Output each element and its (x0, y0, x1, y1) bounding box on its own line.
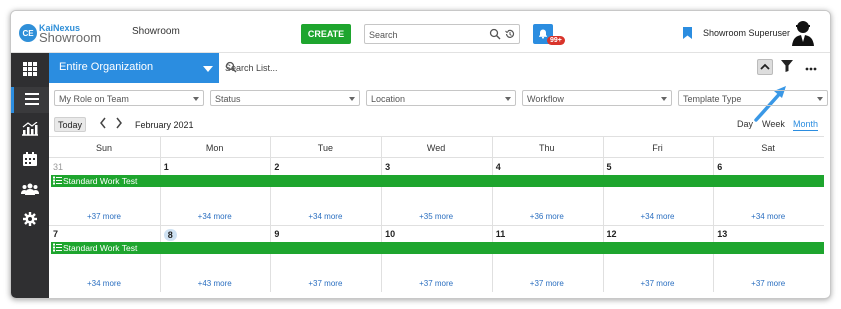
analytics-icon (22, 121, 38, 138)
date-number[interactable]: 4 (496, 162, 501, 172)
site-name: Showroom (132, 26, 180, 37)
more-link[interactable]: +34 more (603, 212, 713, 221)
today-button[interactable]: Today (54, 117, 86, 132)
date-number[interactable]: 7 (53, 229, 58, 239)
logo-bottom-text: Showroom (39, 30, 102, 45)
chevron-down-icon (817, 97, 823, 101)
team-icon (21, 183, 39, 197)
settings-icon (23, 212, 37, 228)
calendar-event[interactable]: Standard Work Test (51, 175, 824, 187)
search-icon[interactable] (489, 28, 501, 42)
date-number[interactable]: 5 (607, 162, 612, 172)
filter-status[interactable]: Status (210, 90, 360, 106)
date-number[interactable]: 13 (717, 229, 727, 239)
date-number[interactable]: 6 (717, 162, 722, 172)
user-avatar-icon[interactable] (789, 18, 817, 48)
history-icon[interactable] (504, 28, 516, 42)
top-bar: CE KaiNexus Showroom Showroom CREATE Sea… (11, 11, 830, 53)
app-window: CE KaiNexus Showroom Showroom CREATE Sea… (10, 10, 831, 299)
organization-label: Entire Organization (59, 61, 154, 73)
nav-analytics[interactable] (11, 117, 49, 143)
global-search-input[interactable]: Search (364, 24, 520, 44)
date-number[interactable]: 31 (53, 162, 63, 172)
chevron-down-icon (193, 97, 199, 101)
calendar-event[interactable]: Standard Work Test (51, 242, 824, 254)
weekday-header: Sun (95, 143, 112, 153)
more-link[interactable]: +35 more (381, 212, 491, 221)
date-number[interactable]: 12 (607, 229, 617, 239)
more-link[interactable]: +34 more (49, 279, 159, 288)
apps-grid-icon (23, 62, 37, 78)
filter-icon[interactable] (781, 60, 793, 74)
more-link[interactable]: +34 more (160, 212, 270, 221)
more-link[interactable]: +36 more (492, 212, 602, 221)
prev-month-icon[interactable] (99, 117, 107, 132)
weekday-header: Tue (317, 143, 333, 153)
date-number[interactable]: 2 (274, 162, 279, 172)
chevron-down-icon (505, 97, 511, 101)
event-title: Standard Work Test (63, 176, 138, 186)
nav-calendar[interactable] (11, 147, 49, 173)
more-link[interactable]: +34 more (713, 212, 823, 221)
more-link[interactable]: +37 more (49, 212, 159, 221)
filter-workflow[interactable]: Workflow (522, 90, 672, 106)
calendar-header: Sun Mon Tue Wed Thu Fri Sat (49, 136, 824, 158)
week-divider (49, 225, 824, 226)
nav-apps[interactable] (11, 57, 49, 83)
filter-location[interactable]: Location (366, 90, 516, 106)
create-button[interactable]: CREATE (301, 24, 351, 44)
view-week-tab[interactable]: Week (762, 119, 785, 129)
user-name[interactable]: Showroom Superuser (703, 28, 790, 38)
list-icon (53, 243, 62, 254)
chevron-down-icon (349, 97, 355, 101)
organization-select[interactable]: Entire Organization (49, 53, 219, 83)
notification-badge: 99+ (547, 36, 565, 45)
month-label: February 2021 (135, 120, 194, 130)
bookmark-icon[interactable] (683, 27, 692, 41)
date-number[interactable]: 8 (163, 229, 177, 241)
more-link[interactable]: +37 more (381, 279, 491, 288)
left-nav (11, 53, 49, 298)
more-link[interactable]: +34 more (270, 212, 380, 221)
date-number[interactable]: 3 (385, 162, 390, 172)
list-toolbar: Entire Organization Search List... (49, 53, 830, 83)
search-placeholder: Search (369, 30, 398, 40)
event-title: Standard Work Test (63, 243, 138, 253)
collapse-filters-button[interactable] (757, 59, 773, 75)
next-month-icon[interactable] (115, 117, 123, 132)
nav-list[interactable] (11, 87, 49, 113)
date-number[interactable]: 9 (274, 229, 279, 239)
weekday-header: Thu (539, 143, 555, 153)
kainexus-logo[interactable]: CE KaiNexus Showroom (19, 21, 101, 45)
more-icon[interactable] (805, 60, 817, 74)
chevron-down-icon (661, 97, 667, 101)
weekday-header: Wed (426, 143, 446, 153)
weekday-header: Mon (205, 143, 224, 153)
calendar-icon (23, 152, 37, 168)
date-number[interactable]: 11 (496, 229, 506, 239)
caret-down-icon (203, 66, 213, 72)
weekday-header: Sat (761, 143, 775, 153)
date-number[interactable]: 10 (385, 229, 395, 239)
weekday-header: Fri (652, 143, 663, 153)
filter-my-role[interactable]: My Role on Team (54, 90, 204, 106)
view-month-tab[interactable]: Month (793, 119, 819, 131)
nav-settings[interactable] (11, 207, 49, 233)
list-search-input[interactable]: Search List... (221, 56, 391, 80)
date-number[interactable]: 1 (164, 162, 169, 172)
more-link[interactable]: +37 more (603, 279, 713, 288)
view-day-tab[interactable]: Day (737, 119, 753, 129)
nav-team[interactable] (11, 177, 49, 203)
more-link[interactable]: +43 more (160, 279, 270, 288)
list-icon (53, 176, 62, 187)
filter-row: My Role on Team Status Location Workflow… (54, 90, 830, 108)
collapse-up-icon (760, 62, 770, 72)
filter-template-type[interactable]: Template Type (678, 90, 828, 106)
more-link[interactable]: +37 more (713, 279, 823, 288)
search-icon[interactable] (225, 61, 387, 75)
more-link[interactable]: +37 more (270, 279, 380, 288)
more-link[interactable]: +37 more (492, 279, 602, 288)
list-icon (24, 93, 39, 107)
logo-mark: CE (19, 24, 37, 42)
